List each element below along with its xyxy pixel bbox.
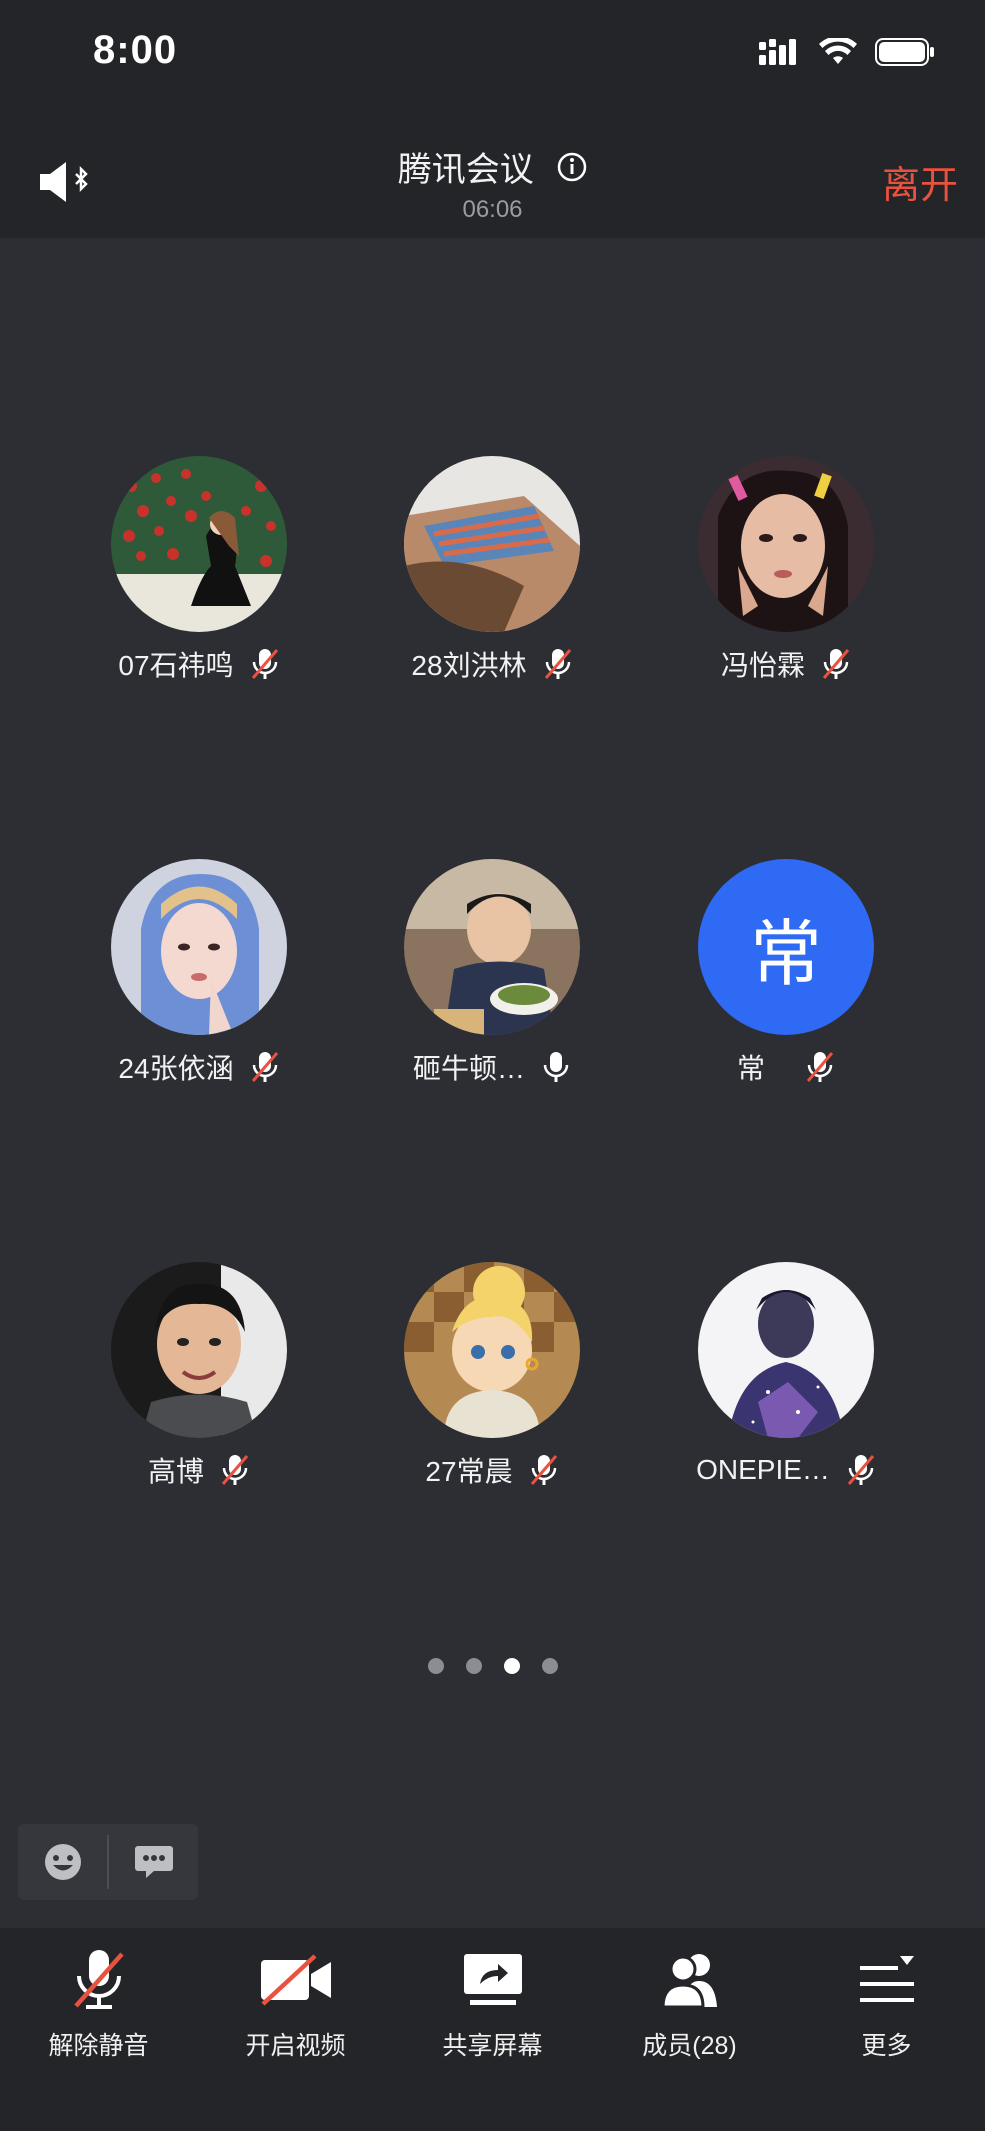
more-button[interactable]: 更多	[788, 1928, 985, 2131]
avatar	[404, 456, 580, 632]
status-icons	[759, 38, 935, 66]
participant-name-row: 07石祎鸣	[49, 642, 349, 686]
avatar	[404, 859, 580, 1035]
video-off-icon	[260, 1954, 331, 2006]
smile-icon	[44, 1844, 81, 1880]
members-label: 成员(28)	[642, 2032, 737, 2060]
more-label: 更多	[861, 2032, 912, 2060]
participant-name-row: 冯怡霖	[636, 642, 936, 686]
emoji-button[interactable]	[18, 1824, 107, 1900]
page-dot-active[interactable]	[503, 1658, 520, 1674]
page-dot[interactable]	[427, 1658, 444, 1674]
participant-name-row: 28刘洪林	[342, 642, 642, 686]
cellular-signal-icon	[759, 39, 796, 65]
participant-name: 07石祎鸣	[118, 650, 234, 681]
mic-muted-icon	[221, 1455, 249, 1485]
mic-muted-icon	[544, 649, 571, 679]
mic-muted-icon	[530, 1455, 557, 1485]
participant-tile[interactable]: 24张依涵	[49, 859, 349, 1089]
mic-muted-icon	[847, 1455, 875, 1485]
info-icon[interactable]	[557, 152, 587, 182]
mic-muted-icon	[251, 649, 278, 679]
page-indicator[interactable]	[0, 1658, 985, 1674]
participant-name-row: 27常晨	[342, 1448, 642, 1492]
status-time: 8:00	[93, 28, 178, 72]
participant-name: 28刘洪林	[411, 650, 527, 681]
participant-name: 冯怡霖	[720, 650, 805, 681]
participant-tile[interactable]: 冯怡霖	[636, 456, 936, 686]
avatar	[111, 1262, 287, 1438]
mic-on-icon	[543, 1052, 569, 1082]
participant-name: 常	[736, 1053, 765, 1084]
mic-muted-icon	[73, 1950, 124, 2009]
start-video-label: 开启视频	[245, 2032, 346, 2060]
participant-name: ONEPIE…	[696, 1454, 830, 1485]
mic-muted-icon	[822, 649, 850, 679]
participant-name-row: 砸牛顿…	[342, 1045, 642, 1089]
members-icon	[660, 1954, 717, 2009]
chat-quick-bar	[18, 1824, 198, 1900]
more-menu-icon	[859, 1956, 914, 2002]
start-video-button[interactable]: 开启视频	[197, 1928, 394, 2131]
share-screen-icon	[463, 1954, 522, 2005]
avatar-initial: 常	[698, 859, 874, 1035]
participant-tile[interactable]: 常 常	[636, 859, 936, 1089]
participant-tile[interactable]: 高博	[49, 1262, 349, 1492]
leave-button[interactable]: 离开	[882, 154, 958, 209]
participant-name: 24张依涵	[118, 1053, 234, 1084]
bottom-toolbar: 解除静音 开启视频 共享屏幕 成员(28) 更多	[0, 1928, 985, 2131]
participant-tile[interactable]: 07石祎鸣	[49, 456, 349, 686]
chat-bubble-icon	[134, 1846, 173, 1878]
avatar-initial-text: 常	[749, 914, 822, 995]
participant-tile[interactable]: 28刘洪林	[342, 456, 642, 686]
meeting-title[interactable]: 腾讯会议	[0, 142, 985, 191]
share-screen-button[interactable]: 共享屏幕	[394, 1928, 591, 2131]
participant-name: 27常晨	[425, 1456, 513, 1487]
participant-name-row: 常	[636, 1045, 936, 1089]
page-dot[interactable]	[465, 1658, 482, 1674]
participant-name-row: ONEPIE…	[636, 1448, 936, 1492]
battery-icon	[875, 38, 934, 66]
mic-muted-icon	[251, 1052, 278, 1082]
avatar	[698, 456, 874, 632]
chat-button[interactable]	[109, 1824, 198, 1900]
participant-tile[interactable]: ONEPIE…	[636, 1262, 936, 1492]
participant-name-row: 高博	[49, 1448, 349, 1492]
avatar	[404, 1262, 580, 1438]
meeting-elapsed-time: 06:06	[462, 196, 523, 223]
page-dot[interactable]	[541, 1658, 558, 1674]
share-screen-label: 共享屏幕	[442, 2032, 543, 2060]
unmute-label: 解除静音	[48, 2032, 149, 2060]
participant-name: 砸牛顿…	[412, 1053, 525, 1084]
wifi-icon	[819, 38, 857, 64]
avatar	[111, 456, 287, 632]
avatar	[111, 859, 287, 1035]
participant-tile[interactable]: 27常晨	[342, 1262, 642, 1492]
mic-muted-icon	[806, 1052, 834, 1082]
participant-tile[interactable]: 砸牛顿…	[342, 859, 642, 1089]
unmute-button[interactable]: 解除静音	[0, 1928, 197, 2131]
participant-name-row: 24张依涵	[49, 1045, 349, 1089]
members-button[interactable]: 成员(28)	[591, 1928, 788, 2131]
participant-name: 高博	[147, 1456, 204, 1487]
avatar	[698, 1262, 874, 1438]
meeting-header: 腾讯会议 06:06 离开	[0, 110, 985, 238]
status-bar: 8:00	[0, 0, 985, 110]
meeting-title-text: 腾讯会议	[397, 151, 534, 189]
